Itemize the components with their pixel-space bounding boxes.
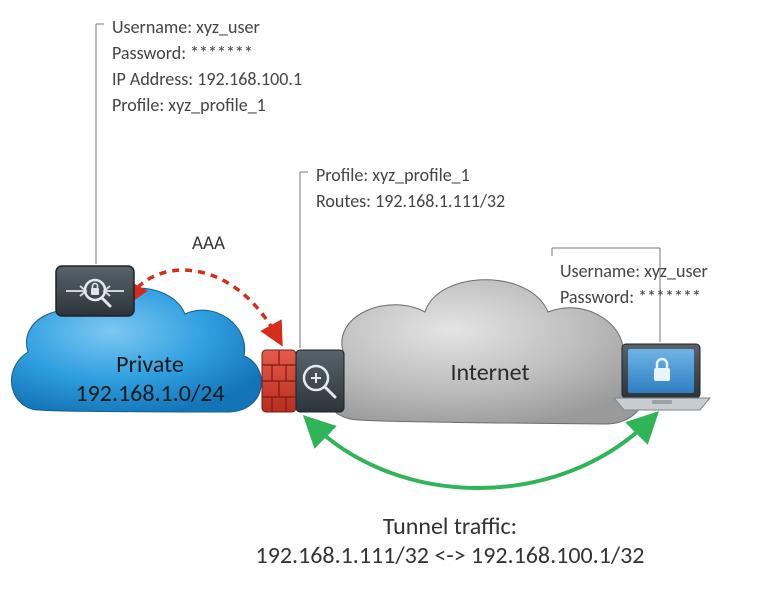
cloud-subnet: 192.168.1.0/24 [60, 379, 240, 408]
attr-label: Username: [112, 16, 196, 38]
attr-value: xyz_profile_1 [372, 164, 470, 186]
tunnel-caption: Tunnel traffic: 192.168.1.111/32 <-> 192… [150, 512, 750, 570]
tunnel-route: 192.168.1.111/32 <-> 192.168.100.1/32 [150, 541, 750, 570]
attr-label: Profile: [112, 94, 168, 116]
attr-label: Routes: [316, 190, 375, 212]
cloud-name: Internet [410, 358, 570, 387]
firewall-icon [262, 350, 344, 412]
attr-value: xyz_user [644, 260, 708, 282]
firewall-attributes: Profile: xyz_profile_1 Routes: 192.168.1… [316, 162, 505, 214]
internet-cloud-label: Internet [410, 358, 570, 387]
client-attributes: Username: xyz_user Password: ******* [560, 258, 708, 310]
aaa-server-attributes: Username: xyz_user Password: ******* IP … [112, 14, 302, 118]
client-laptop-icon [614, 344, 710, 410]
aaa-link-label: AAA [192, 232, 225, 255]
tunnel-title: Tunnel traffic: [150, 512, 750, 541]
attr-value: xyz_user [196, 16, 260, 38]
private-cloud-label: Private 192.168.1.0/24 [60, 350, 240, 408]
attr-label: Password: [560, 286, 638, 308]
attr-value: ******* [190, 42, 253, 64]
aaa-server-icon [56, 266, 134, 316]
network-diagram: AAA Username: xyz_user Password: *******… [0, 0, 768, 603]
attr-value: 192.168.100.1 [197, 68, 302, 90]
attr-value: 192.168.1.111/32 [375, 190, 505, 212]
cloud-name: Private [60, 350, 240, 379]
tunnel-arrow [312, 420, 650, 488]
attr-value: ******* [638, 286, 701, 308]
attr-label: Username: [560, 260, 644, 282]
attr-label: Profile: [316, 164, 372, 186]
attr-value: xyz_profile_1 [168, 94, 266, 116]
attr-label: Password: [112, 42, 190, 64]
attr-label: IP Address: [112, 68, 197, 90]
